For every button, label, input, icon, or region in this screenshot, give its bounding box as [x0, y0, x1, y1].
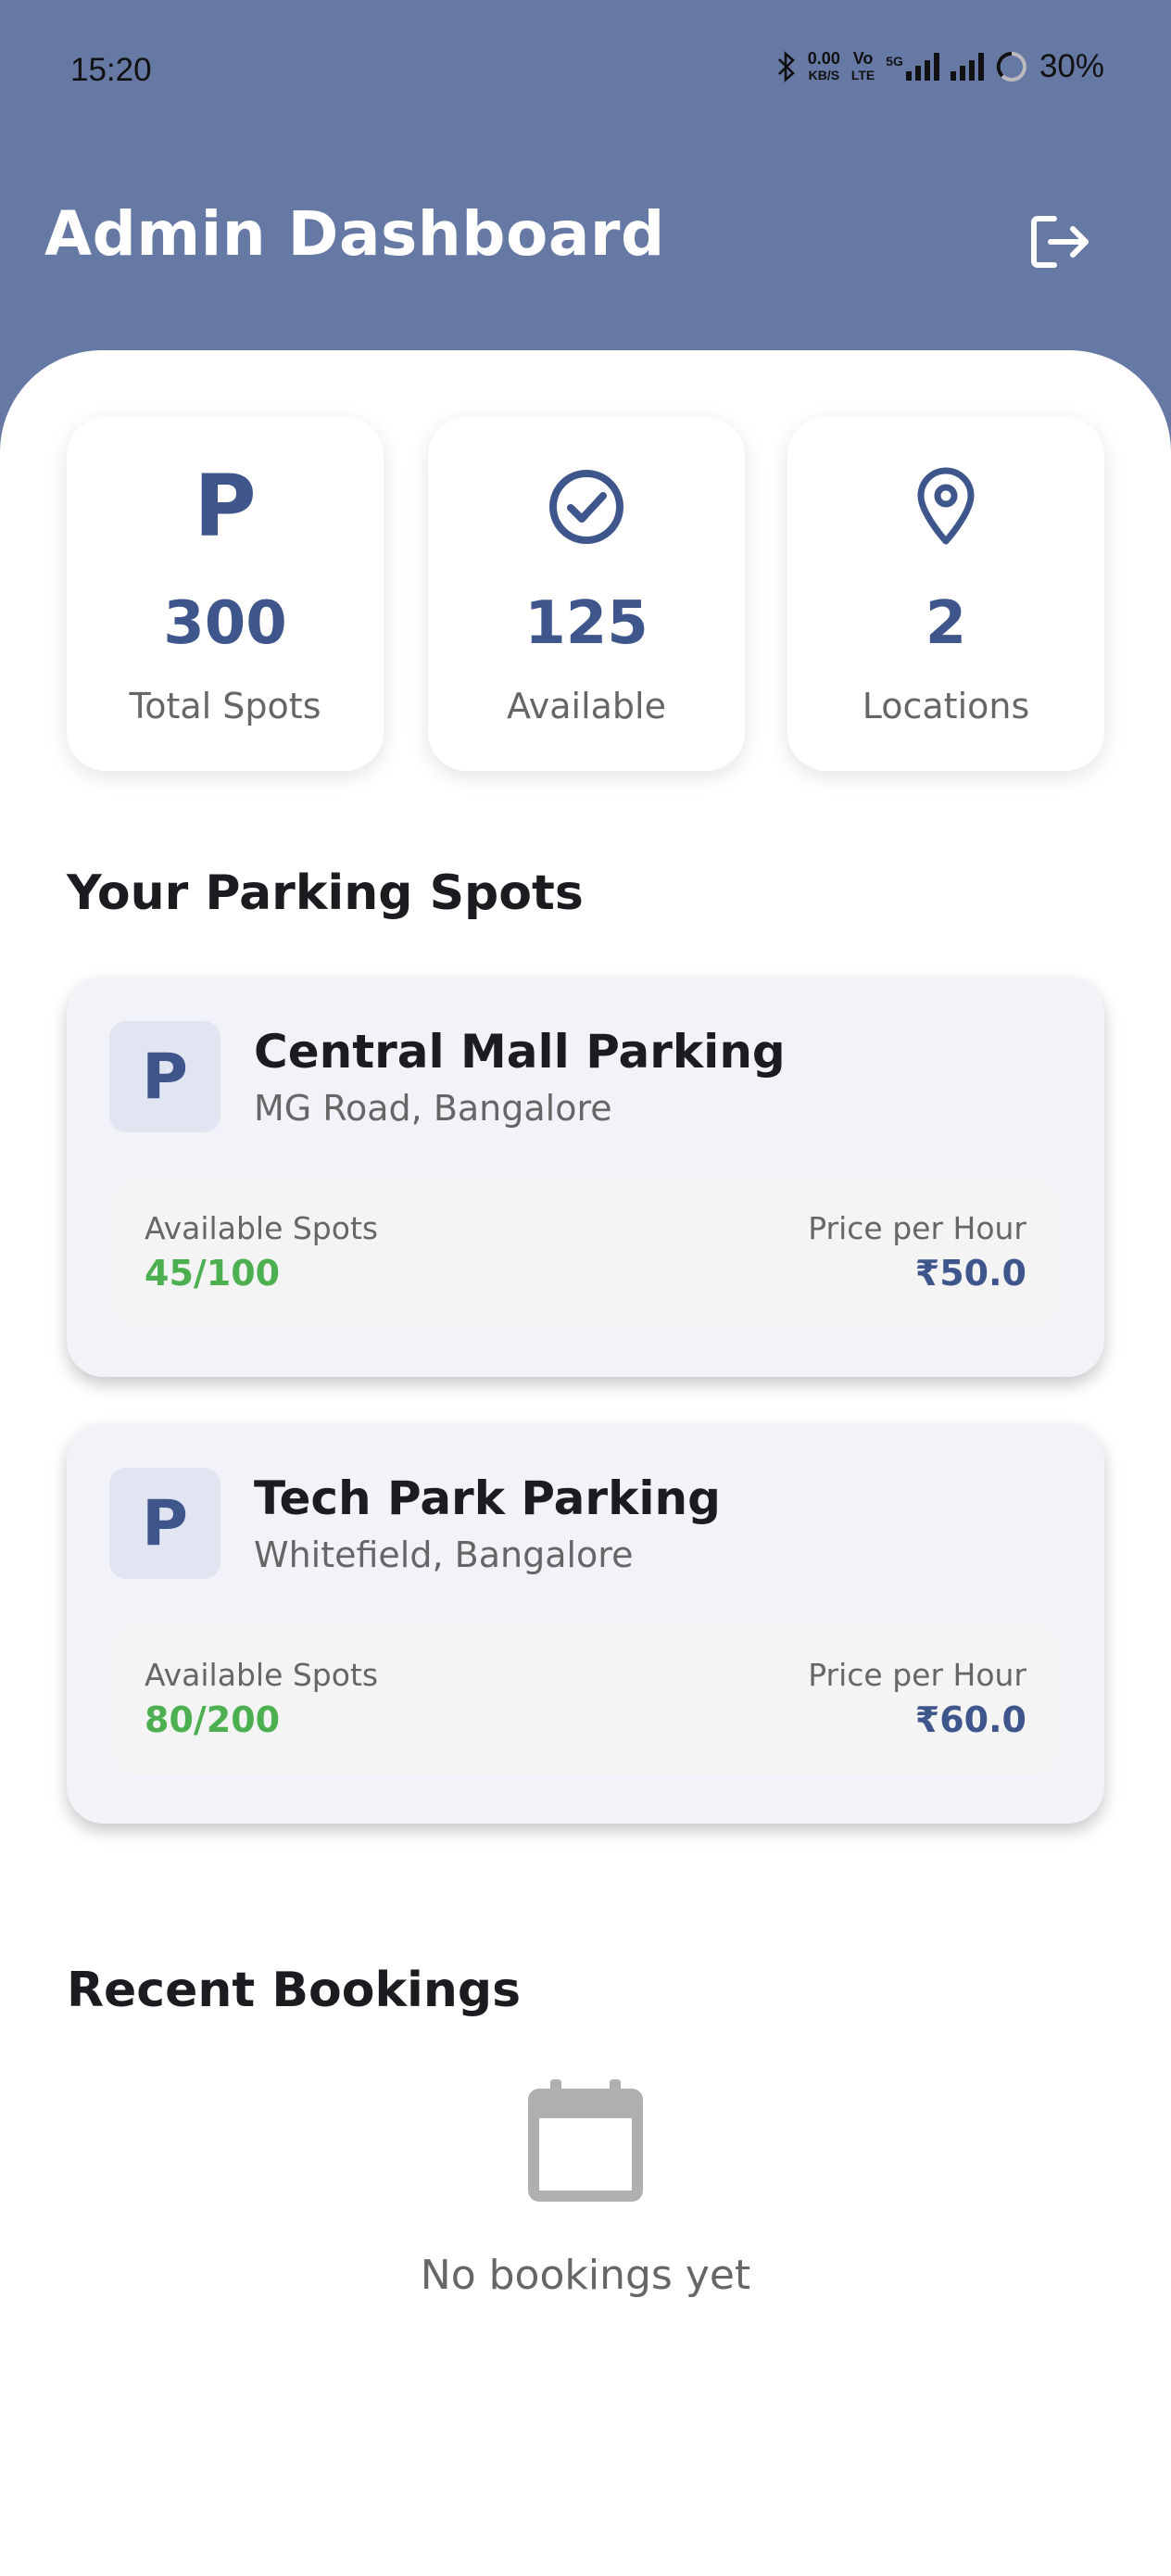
stat-card-total-spots: P 300 Total Spots: [67, 417, 384, 771]
price-label: Price per Hour: [808, 1210, 1026, 1246]
stat-label: Total Spots: [129, 686, 321, 726]
price-value: ₹60.0: [914, 1699, 1026, 1740]
status-time: 15:20: [70, 52, 152, 88]
status-bar-icons: 0.00 KB/S Vo LTE 5G 30%: [776, 48, 1104, 85]
signal-bars-icon: [905, 53, 939, 81]
net-speed-unit: KB/S: [808, 68, 840, 82]
signal-bars-icon-2: [950, 53, 984, 81]
spot-name: Central Mall Parking: [254, 1025, 786, 1079]
available-spots-value: 45/100: [145, 1253, 281, 1294]
volte-bottom: LTE: [850, 68, 875, 82]
price-label: Price per Hour: [808, 1657, 1026, 1693]
stat-value: 2: [925, 589, 967, 658]
network-type: 5G: [886, 54, 903, 69]
signal-5g: 5G: [886, 53, 939, 81]
spot-name: Tech Park Parking: [254, 1471, 721, 1525]
available-spots-label: Available Spots: [145, 1657, 379, 1693]
net-speed: 0.00 KB/S: [808, 50, 840, 83]
logout-icon: [1031, 216, 1089, 268]
logout-button[interactable]: [1026, 209, 1097, 274]
location-pin-icon: [917, 467, 975, 545]
parking-icon: P: [67, 457, 384, 556]
stat-label: Locations: [862, 686, 1030, 726]
net-speed-value: 0.00: [807, 49, 840, 68]
stat-card-locations: 2 Locations: [787, 417, 1104, 771]
volte-top: Vo: [852, 49, 874, 68]
spot-address: MG Road, Bangalore: [254, 1088, 612, 1129]
empty-bookings-text: No bookings yet: [420, 2252, 751, 2299]
page-title: Admin Dashboard: [44, 198, 665, 270]
section-title-recent-bookings: Recent Bookings: [67, 1963, 522, 2018]
stat-value: 125: [524, 589, 648, 658]
battery-icon: [996, 51, 1026, 82]
available-spots-value: 80/200: [145, 1699, 281, 1740]
price-value: ₹50.0: [914, 1253, 1026, 1294]
stat-card-available: 125 Available: [428, 417, 745, 771]
battery-percent: 30%: [1039, 48, 1104, 84]
spot-stats: Available Spots 45/100 Price per Hour ₹5…: [113, 1177, 1058, 1329]
calendar-icon: [528, 2077, 643, 2205]
spot-stats: Available Spots 80/200 Price per Hour ₹6…: [113, 1623, 1058, 1775]
parking-badge-icon: P: [109, 1468, 220, 1579]
parking-spot-card[interactable]: P Central Mall Parking MG Road, Bangalor…: [67, 977, 1104, 1377]
check-circle-icon: [549, 470, 623, 544]
stat-icon-wrap: [787, 465, 1104, 549]
volte-indicator: Vo LTE: [851, 50, 875, 83]
stat-icon-wrap: [428, 465, 745, 549]
section-title-parking-spots: Your Parking Spots: [67, 865, 584, 921]
spot-address: Whitefield, Bangalore: [254, 1534, 634, 1575]
parking-icon-glyph: P: [194, 457, 257, 556]
available-spots-label: Available Spots: [145, 1210, 379, 1246]
bluetooth-icon: [777, 51, 795, 82]
stat-label: Available: [506, 686, 666, 726]
parking-badge-icon: P: [109, 1021, 220, 1132]
stat-value: 300: [163, 589, 287, 658]
parking-spot-card[interactable]: P Tech Park Parking Whitefield, Bangalor…: [67, 1423, 1104, 1824]
